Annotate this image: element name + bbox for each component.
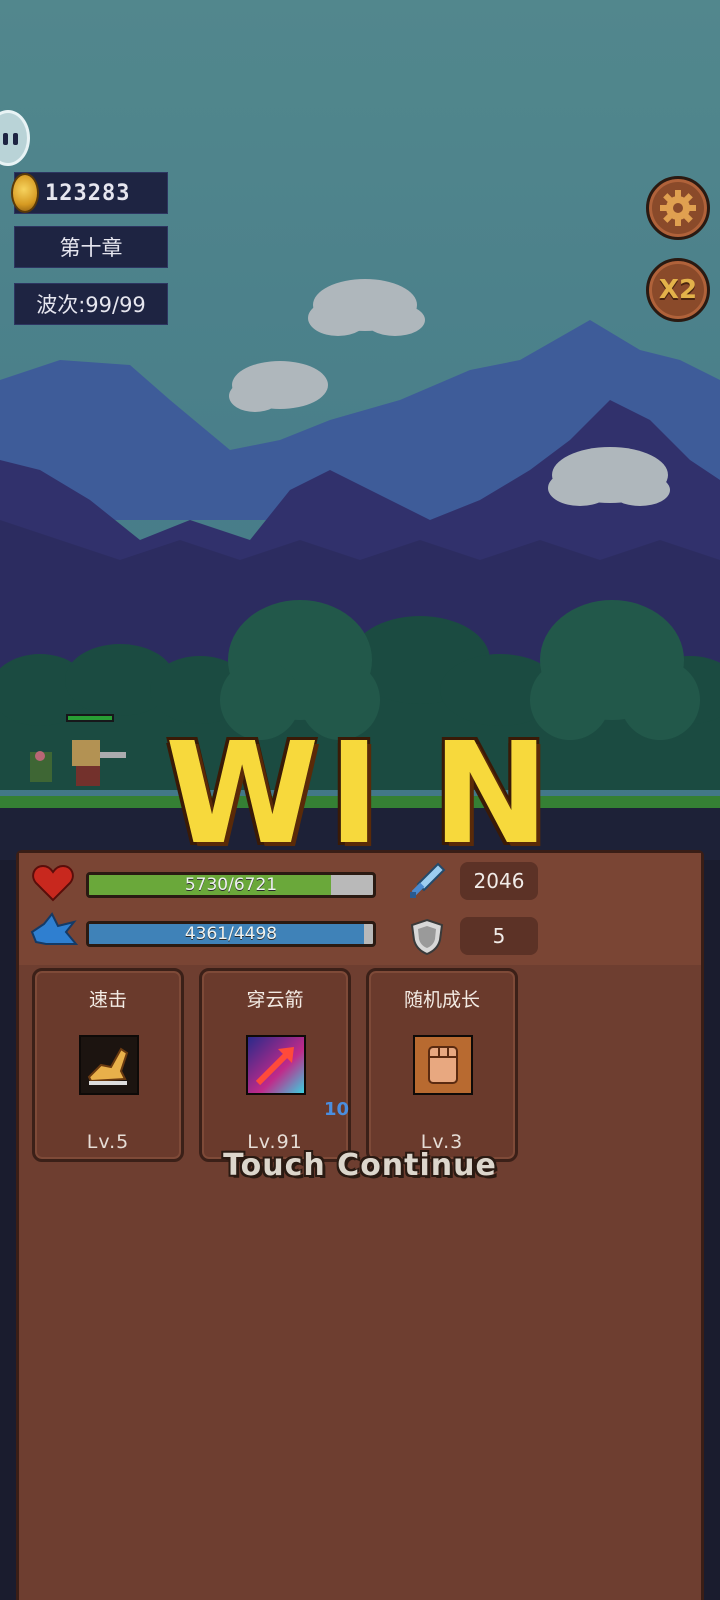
win-letter-i: I <box>328 713 381 876</box>
skill-card-cloud-arrow[interactable]: 穿云箭 10 Lv.91 <box>199 968 351 1162</box>
skill-card-speed-strike[interactable]: 速击 Lv.5 <box>32 968 184 1162</box>
win-letter-n: N <box>432 713 550 876</box>
gear-icon <box>660 190 696 226</box>
skill-count: 10 <box>324 1099 350 1120</box>
wave-counter: 波次:99/99 <box>14 283 168 325</box>
skill-name: 穿云箭 <box>246 989 304 1011</box>
speed-x2-button[interactable]: X2 <box>646 258 710 322</box>
hp-text: 5730/6721 <box>184 875 278 895</box>
arrow-icon <box>246 1035 306 1095</box>
coin-amount: 123283 <box>45 180 131 206</box>
defense-value: 5 <box>460 917 538 955</box>
shield-icon <box>410 918 444 956</box>
skill-name: 速击 <box>88 989 127 1011</box>
heart-icon <box>32 864 74 902</box>
coin-counter: 123283 <box>11 172 168 214</box>
settings-button[interactable] <box>646 176 710 240</box>
coin-icon <box>11 173 39 213</box>
fist-icon <box>413 1035 473 1095</box>
win-letter-w: W <box>165 713 320 876</box>
skill-card-random-growth[interactable]: 随机成长 Lv.3 <box>366 968 518 1162</box>
stats-panel <box>16 850 704 1600</box>
chapter-label: 第十章 <box>14 226 168 268</box>
game-screen[interactable]: 123283 第十章 波次:99/99 X2 5730/6721 4361/44… <box>0 0 720 1600</box>
mp-text: 4361/4498 <box>184 924 278 944</box>
mana-icon <box>30 912 78 945</box>
boot-icon <box>79 1035 139 1095</box>
touch-continue-prompt[interactable]: Touch Continue <box>0 1148 720 1183</box>
skill-name: 随机成长 <box>403 989 480 1011</box>
mp-bar: 4361/4498 <box>86 921 376 947</box>
